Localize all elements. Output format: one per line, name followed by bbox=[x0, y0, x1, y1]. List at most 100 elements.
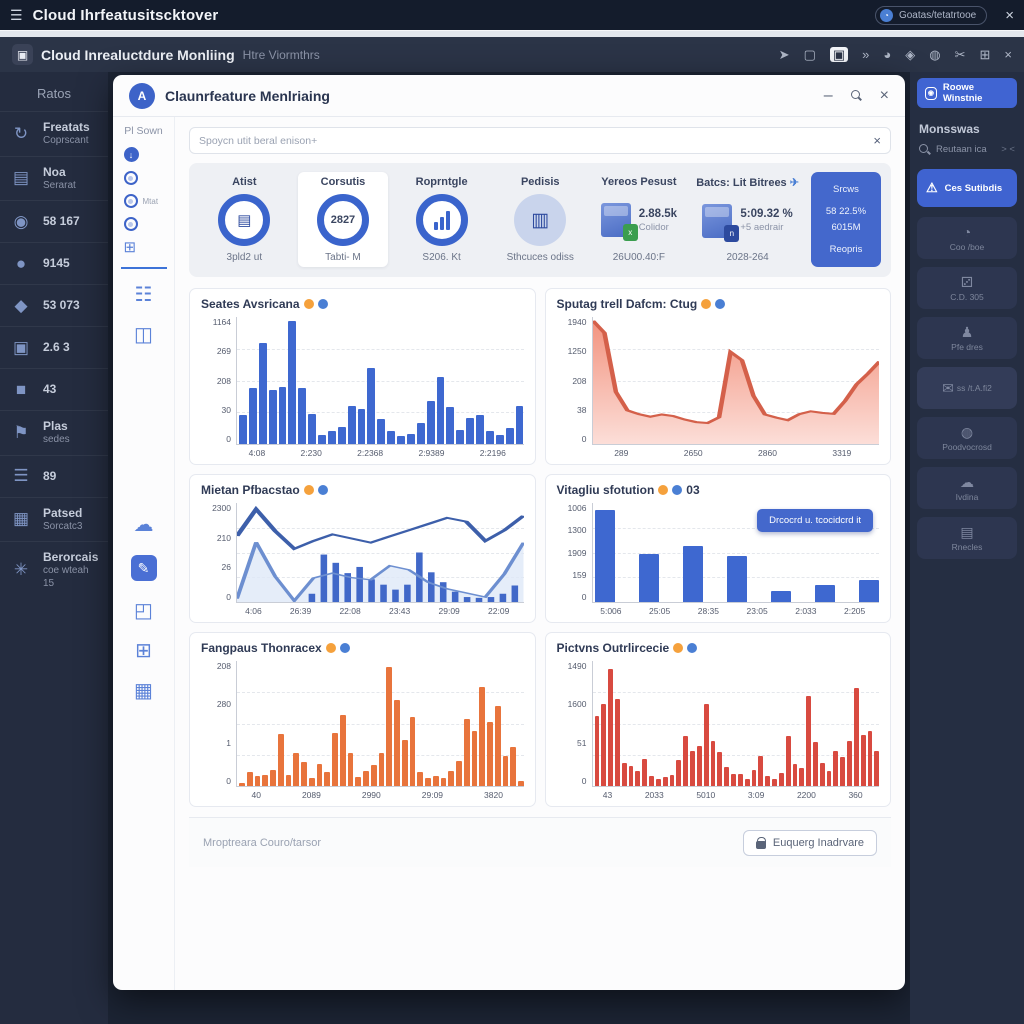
y-tick-label: 0 bbox=[226, 776, 231, 786]
edit-icon[interactable]: ✎ bbox=[131, 555, 157, 581]
stat-card-value: 2028-264 bbox=[726, 252, 768, 263]
sidebar-item-label: FreatatsCoprscant bbox=[43, 120, 90, 148]
lock-icon[interactable]: ◈ bbox=[905, 48, 915, 61]
hamburger-icon[interactable]: ☰ bbox=[10, 7, 23, 24]
sidebar-item[interactable]: ⚑Plassedes bbox=[0, 410, 108, 455]
grid-icon[interactable]: ⊞ bbox=[980, 48, 991, 61]
table-icon[interactable]: ▦ bbox=[134, 681, 153, 701]
extension-icon[interactable]: ▣ bbox=[830, 47, 848, 62]
minimize-button[interactable]: – bbox=[824, 88, 833, 104]
chart-bar bbox=[765, 776, 770, 786]
divider-strip bbox=[0, 30, 1024, 37]
x-tick-label: 360 bbox=[848, 790, 862, 800]
x-tick-label: 29:09 bbox=[439, 606, 460, 616]
user-icon: ● bbox=[8, 254, 34, 274]
window-icon[interactable]: ▢ bbox=[804, 48, 816, 61]
search-icon[interactable] bbox=[851, 90, 862, 101]
sidebar-item[interactable]: ▦PatsedSorcatc3 bbox=[0, 497, 108, 542]
chart-bar bbox=[466, 418, 474, 444]
stats-summary-panel[interactable]: Srcws 58 22.5% 6015M Reopris bbox=[811, 172, 881, 267]
sidebar-item[interactable]: ●9145 bbox=[0, 242, 108, 284]
chart-bar bbox=[608, 669, 613, 786]
play-circle-icon[interactable]: ◕ bbox=[883, 48, 891, 61]
bell-icon[interactable]: ◍ bbox=[929, 48, 940, 61]
cloud-icon[interactable]: ☁ bbox=[134, 515, 154, 535]
y-tick-label: 1 bbox=[226, 738, 231, 748]
sidebar-item[interactable]: ◉58 167 bbox=[0, 200, 108, 242]
footer-action-button[interactable]: Euquerg Inadrvare bbox=[743, 830, 877, 856]
monitor-card[interactable]: ☁Ivdina bbox=[917, 467, 1017, 509]
stat-card[interactable]: Yereos Pesustx2.88.5kColidor26U00.40:F bbox=[594, 172, 685, 267]
monitor-card[interactable]: ▤Rnecles bbox=[917, 517, 1017, 559]
account-pill[interactable]: ◔ Goatas/tetatrtooe bbox=[875, 6, 987, 25]
chart-bar bbox=[338, 427, 346, 444]
chart-bar bbox=[727, 556, 747, 602]
chart-bar bbox=[441, 778, 447, 786]
sidebar-item[interactable]: ↻FreatatsCoprscant bbox=[0, 111, 108, 156]
chart-title: Seates Avsricana bbox=[201, 297, 524, 311]
record-window-button[interactable]: ◉ Roowe Winstnie bbox=[917, 78, 1017, 108]
server-circle-icon: ▥ bbox=[514, 194, 566, 246]
sidebar-item[interactable]: ◆53 073 bbox=[0, 284, 108, 326]
target-icon[interactable] bbox=[124, 217, 138, 231]
monitor-card[interactable]: ◔Coo /boe bbox=[917, 217, 1017, 259]
stat-card[interactable]: Corsutis2827Tabti- M bbox=[298, 172, 389, 267]
chat-icon: ✉ bbox=[942, 381, 954, 395]
rail-item-label: Mtat bbox=[143, 197, 159, 206]
sidebar-item[interactable]: ▤NoaSerarat bbox=[0, 156, 108, 201]
stat-card[interactable]: Atist▤3pld2 ut bbox=[199, 172, 290, 267]
close-icon[interactable]: × bbox=[1004, 48, 1012, 61]
stat-card-title: Batcs: Lit Bitrees ✈ bbox=[696, 176, 799, 189]
clear-search-icon[interactable]: × bbox=[873, 133, 881, 148]
grid-icon[interactable]: ⊞ bbox=[124, 240, 137, 255]
sidebar-item[interactable]: ■43 bbox=[0, 368, 108, 410]
x-tick-label: 2990 bbox=[362, 790, 381, 800]
chart-plot-area bbox=[236, 503, 524, 603]
globe-icon: ◔ bbox=[880, 9, 893, 22]
target-icon[interactable] bbox=[124, 171, 138, 185]
stat-card[interactable]: Pedisis▥Sthcuces odiss bbox=[495, 172, 586, 267]
download-circle-icon[interactable]: ↓ bbox=[124, 147, 139, 162]
chart-bar bbox=[683, 736, 688, 786]
dialog-close-button[interactable]: × bbox=[880, 88, 889, 104]
document-lock-icon[interactable]: ◫ bbox=[134, 325, 153, 345]
cube-badge-icon: x bbox=[623, 224, 638, 241]
cut-icon[interactable]: ✂ bbox=[955, 48, 966, 61]
y-tick-label: 269 bbox=[217, 346, 231, 356]
document-icon[interactable]: ◰ bbox=[134, 601, 153, 621]
monitor-card[interactable]: ⚂C.D. 305 bbox=[917, 267, 1017, 309]
sidebar-item[interactable]: ✳Berorcaiscoe wteah 15 bbox=[0, 541, 108, 598]
chart-bar bbox=[697, 746, 702, 786]
robot-icon[interactable]: ☷ bbox=[135, 285, 153, 305]
server-cube-icon: n bbox=[702, 204, 732, 238]
chart-overlay-button[interactable]: Drcocrd u. tcocidcrd it bbox=[757, 509, 873, 532]
x-tick-label: 289 bbox=[614, 448, 628, 458]
y-tick-label: 1300 bbox=[568, 525, 587, 535]
sidebar-item[interactable]: ☰89 bbox=[0, 455, 108, 497]
chart-bar bbox=[752, 770, 757, 786]
chart-bar bbox=[516, 406, 524, 444]
forward-icon[interactable]: » bbox=[862, 48, 869, 61]
stat-card[interactable]: RoprntgleS206. Kt bbox=[396, 172, 487, 267]
sidebar-item[interactable]: ▣2.6 3 bbox=[0, 326, 108, 368]
chart-bar bbox=[472, 731, 478, 786]
alerts-button[interactable]: ⚠ Ces Sutibdis bbox=[917, 169, 1017, 207]
share-icon[interactable]: ➤ bbox=[779, 48, 790, 61]
target-icon[interactable] bbox=[124, 194, 138, 208]
right-sidebar: ◉ Roowe Winstnie Monsswas Reutaan ica > … bbox=[910, 72, 1024, 1024]
chart-bar bbox=[813, 742, 818, 786]
x-tick-label: 3319 bbox=[832, 448, 851, 458]
window-close-button[interactable]: × bbox=[1005, 7, 1014, 24]
search-input[interactable]: Spoycn utit beral enison+ × bbox=[189, 127, 891, 154]
monitor-card[interactable]: ◍Poodvocrosd bbox=[917, 417, 1017, 459]
search-icon bbox=[919, 144, 930, 155]
chart-y-axis: 20828010 bbox=[201, 661, 231, 787]
card-grid-icon[interactable]: ⊞ bbox=[135, 641, 152, 661]
stat-card[interactable]: Batcs: Lit Bitrees ✈n5:09.32 %+5 aedrair… bbox=[692, 172, 803, 267]
monitor-card[interactable]: ♟Pfe dres bbox=[917, 317, 1017, 359]
monitor-card[interactable]: ✉ss /t.A.fi2 bbox=[917, 367, 1017, 409]
sidebar-search[interactable]: Reutaan ica > < bbox=[919, 144, 1015, 155]
chart-bar bbox=[495, 706, 501, 786]
y-tick-label: 1490 bbox=[568, 661, 587, 671]
chart-bar bbox=[348, 406, 356, 444]
